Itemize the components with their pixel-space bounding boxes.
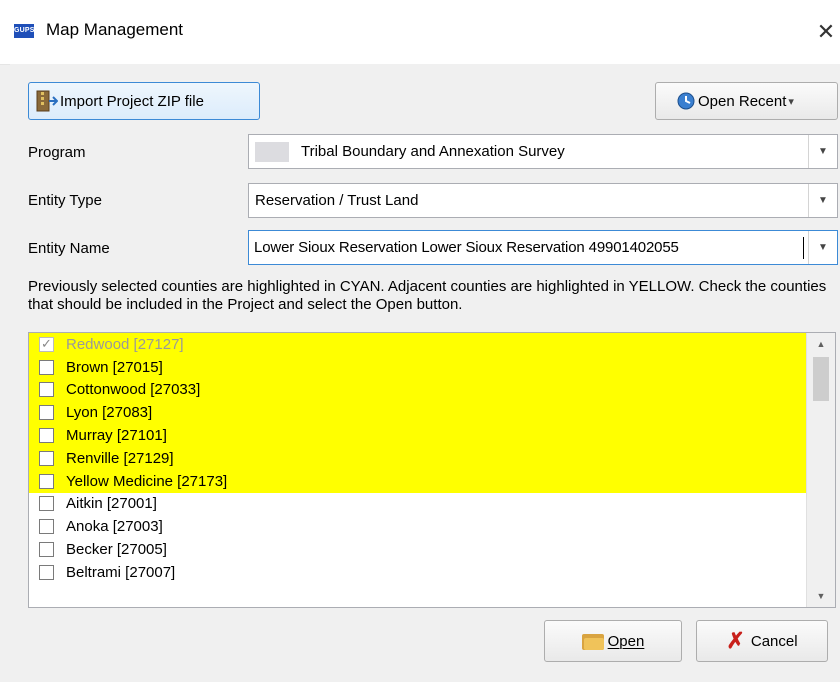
county-row[interactable]: Beltrami [27007]	[29, 561, 809, 584]
entity-name-value[interactable]: Lower Sioux Reservation Lower Sioux Rese…	[249, 239, 803, 256]
scroll-thumb[interactable]	[813, 357, 829, 401]
text-cursor	[803, 236, 804, 259]
open-button-label: Open	[607, 632, 645, 650]
county-checkbox[interactable]	[39, 405, 54, 421]
open-recent-icon	[676, 91, 696, 111]
program-color-swatch	[255, 141, 289, 162]
instructions-text: Previously selected counties are highlig…	[28, 278, 827, 313]
cancel-button[interactable]: ✗ Cancel	[696, 620, 828, 662]
list-scrollbar[interactable]: ▲ ▼	[806, 333, 835, 607]
county-row[interactable]: Renville [27129]	[29, 446, 809, 470]
county-row[interactable]: Yellow Medicine [27173]	[29, 469, 809, 493]
cancel-button-label: Cancel	[750, 632, 798, 650]
county-row[interactable]: Lyon [27083]	[29, 401, 809, 425]
chevron-down-icon: ▾	[788, 95, 794, 108]
entity-type-dropdown[interactable]: Reservation / Trust Land ▼	[248, 183, 838, 218]
county-checkbox[interactable]	[39, 428, 54, 444]
import-project-zip-button[interactable]: Import Project ZIP file	[28, 82, 260, 120]
open-recent-label: Open Recent	[698, 92, 787, 110]
county-row: ✓ Redwood [27127]	[29, 333, 809, 356]
import-button-label: Import Project ZIP file	[60, 92, 204, 110]
import-zip-icon	[36, 90, 59, 112]
county-label: Lyon [27083]	[66, 404, 153, 422]
county-row[interactable]: Cottonwood [27033]	[29, 378, 809, 402]
program-label: Program	[28, 144, 86, 161]
county-label: Murray [27101]	[66, 427, 167, 445]
scroll-down-icon[interactable]: ▼	[807, 585, 835, 607]
app-logo-icon: GUPS	[14, 24, 34, 38]
county-list-items: ✓ Redwood [27127] Brown [27015] Cottonwood …	[29, 333, 809, 584]
window-title: Map Management	[46, 20, 184, 39]
county-checkbox[interactable]	[39, 564, 54, 580]
entity-name-label: Entity Name	[28, 240, 110, 257]
county-row[interactable]: Anoka [27003]	[29, 515, 809, 538]
county-row[interactable]: Murray [27101]	[29, 424, 809, 447]
scroll-up-icon[interactable]: ▲	[807, 333, 835, 355]
entity-type-value: Reservation / Trust Land	[255, 192, 419, 209]
entity-type-label: Entity Type	[28, 192, 102, 209]
county-checkbox[interactable]	[39, 382, 54, 398]
program-dropdown[interactable]: Tribal Boundary and Annexation Survey ▼	[248, 134, 838, 169]
county-label: Redwood [27127]	[66, 335, 184, 353]
chevron-down-icon[interactable]: ▼	[808, 135, 837, 168]
close-icon[interactable]: ✕	[812, 16, 840, 48]
county-label: Yellow Medicine [27173]	[66, 472, 228, 490]
map-management-dialog: Import Project ZIP file Open Recent ▾ Pr…	[10, 64, 840, 682]
county-label: Renville [27129]	[66, 449, 174, 467]
county-label: Anoka [27003]	[66, 518, 163, 536]
county-label: Brown [27015]	[66, 358, 163, 376]
open-button[interactable]: Open	[544, 620, 682, 662]
county-checkbox: ✓	[39, 336, 54, 352]
title-bar: GUPS Map Management ✕	[0, 0, 840, 65]
county-checkbox[interactable]	[39, 450, 54, 466]
program-value: Tribal Boundary and Annexation Survey	[301, 143, 565, 160]
county-checkbox[interactable]	[39, 496, 54, 512]
county-checklist[interactable]: ✓ Redwood [27127] Brown [27015] Cottonwood …	[28, 332, 836, 608]
county-checkbox[interactable]	[39, 542, 54, 558]
county-label: Cottonwood [27033]	[66, 381, 201, 399]
county-label: Becker [27005]	[66, 541, 167, 559]
county-row[interactable]: Brown [27015]	[29, 355, 809, 379]
county-label: Aitkin [27001]	[66, 495, 157, 513]
county-checkbox[interactable]	[39, 473, 54, 489]
county-row[interactable]: Becker [27005]	[29, 538, 809, 561]
county-row[interactable]: Aitkin [27001]	[29, 493, 809, 516]
county-label: Beltrami [27007]	[66, 563, 176, 581]
folder-icon	[581, 632, 604, 650]
chevron-down-icon[interactable]: ▼	[808, 231, 837, 264]
entity-name-combobox[interactable]: Lower Sioux Reservation Lower Sioux Rese…	[248, 230, 838, 265]
county-checkbox[interactable]	[39, 359, 54, 375]
county-checkbox[interactable]	[39, 519, 54, 535]
chevron-down-icon[interactable]: ▼	[808, 184, 837, 217]
open-recent-button[interactable]: Open Recent ▾	[655, 82, 838, 120]
cancel-x-icon: ✗	[726, 628, 745, 653]
